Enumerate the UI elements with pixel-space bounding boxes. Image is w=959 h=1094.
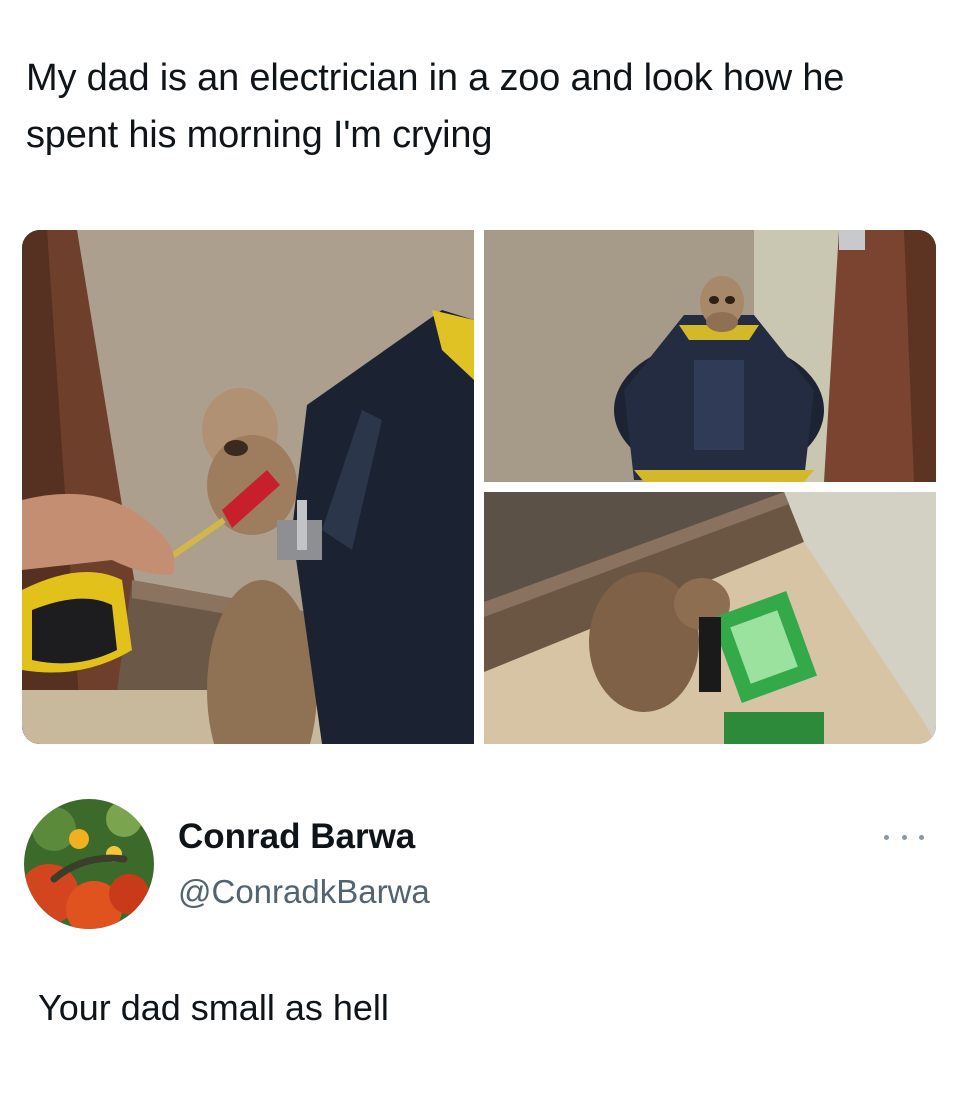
more-dot [884,834,889,840]
photo-meerkat-screwdriver[interactable] [22,230,474,744]
more-dot [901,834,907,840]
reply-text: Your dad small as hell [38,987,389,1028]
post-text: My dad is an electrician in a zoo and lo… [26,57,845,156]
more-dot [919,834,924,840]
photo-meerkat-in-bag[interactable] [484,230,936,482]
reply[interactable]: Conrad Barwa @ConradkBarwa Your dad smal… [22,797,936,1057]
display-name[interactable]: Conrad Barwa [178,817,415,857]
media-grid[interactable] [22,230,936,744]
user-handle[interactable]: @ConradkBarwa [178,873,430,911]
photo-meerkat-work-light[interactable] [484,492,936,744]
more-icon[interactable] [884,827,924,847]
avatar[interactable] [24,799,154,929]
